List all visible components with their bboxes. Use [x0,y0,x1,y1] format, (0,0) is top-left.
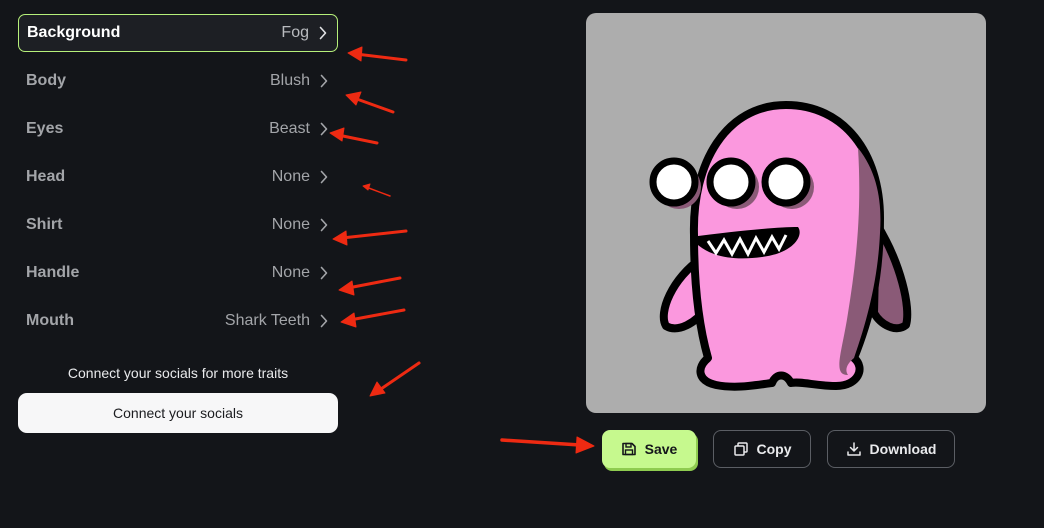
copy-button[interactable]: Copy [713,430,811,468]
arrow-icon [500,436,595,454]
trait-label: Mouth [26,312,74,329]
trait-row-mouth[interactable]: Mouth Shark Teeth [18,302,338,340]
trait-label: Handle [26,264,80,281]
trait-row-shirt[interactable]: Shirt None [18,206,338,244]
trait-row-handle[interactable]: Handle None [18,254,338,292]
copy-icon [733,441,749,457]
trait-row-body[interactable]: Body Blush [18,62,338,100]
trait-value-group: Blush [270,72,328,90]
arrow-icon [345,91,395,114]
trait-label: Eyes [26,120,64,137]
chevron-right-icon [320,218,328,232]
chevron-right-icon [319,26,327,40]
connect-socials-hint: Connect your socials for more traits [67,365,289,381]
trait-value-group: None [272,264,328,282]
arrow-icon [347,46,408,62]
chevron-right-icon [320,74,328,88]
chevron-right-icon [320,266,328,280]
arrow-icon [338,276,402,296]
floppy-disk-icon [621,441,637,457]
trait-value: Fog [281,24,309,41]
chevron-right-icon [320,170,328,184]
trait-value-group: Shark Teeth [225,312,328,330]
chevron-right-icon [320,314,328,328]
arrow-icon [332,229,408,246]
arrow-icon [340,308,406,328]
trait-label: Body [26,72,66,89]
pink-monster-image [649,101,912,391]
download-button-label: Download [869,441,937,457]
arrow-icon [369,361,421,397]
trait-value-group: None [272,168,328,186]
trait-value: None [271,216,310,233]
trait-value-group: Fog [281,24,327,42]
trait-value: None [271,168,310,185]
trait-label: Background [27,24,121,41]
trait-row-eyes[interactable]: Eyes Beast [18,110,338,148]
trait-value-group: None [272,216,328,234]
trait-label: Shirt [26,216,63,233]
trait-row-head[interactable]: Head None [18,158,338,196]
trait-value-group: Beast [269,120,328,138]
trait-row-background[interactable]: Background Fog [18,14,338,52]
trait-label: Head [26,168,66,185]
trait-value: Blush [269,72,310,89]
trait-value: None [271,264,310,281]
download-icon [846,441,862,457]
copy-button-label: Copy [756,441,792,457]
connect-socials-button[interactable]: Connect your socials [18,393,338,433]
trait-value: Shark Teeth [224,312,310,329]
download-button[interactable]: Download [827,430,955,468]
trait-value: Beast [269,120,310,137]
character-preview [586,13,986,413]
chevron-right-icon [320,122,328,136]
save-button-label: Save [644,441,678,457]
save-button[interactable]: Save [602,430,696,468]
arrow-icon [362,183,391,197]
